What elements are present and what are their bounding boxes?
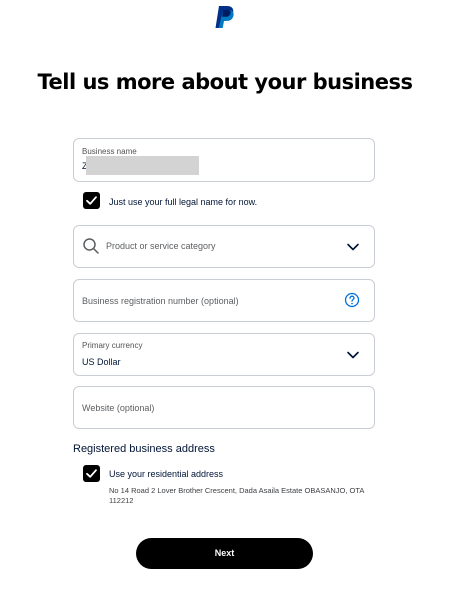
legal-name-checkbox-label: Just use your full legal name for now. — [109, 197, 258, 207]
currency-select[interactable]: Primary currency US Dollar — [73, 333, 375, 376]
residential-address-text: No 14 Road 2 Lover Brother Crescent, Dad… — [109, 486, 364, 505]
paypal-logo-icon — [215, 6, 234, 28]
website-placeholder: Website (optional) — [82, 403, 155, 413]
page-title: Tell us more about your business — [37, 70, 413, 94]
checkmark-icon — [86, 469, 97, 478]
registration-number-placeholder: Business registration number (optional) — [82, 296, 239, 306]
search-icon — [83, 238, 99, 254]
currency-label: Primary currency — [82, 341, 143, 350]
chevron-down-icon — [347, 351, 359, 359]
business-name-label: Business name — [82, 147, 137, 156]
residential-address-label: Use your residential address — [109, 469, 224, 479]
category-placeholder: Product or service category — [106, 241, 216, 251]
redacted-value-block — [86, 156, 199, 175]
address-section-title: Registered business address — [73, 443, 215, 455]
question-circle-icon[interactable] — [344, 292, 360, 308]
residential-address-checkbox[interactable] — [83, 465, 100, 482]
checkmark-icon — [86, 196, 97, 205]
currency-value: US Dollar — [82, 357, 121, 367]
business-name-field[interactable]: Business name Z — [73, 138, 375, 182]
next-button[interactable]: Next — [136, 538, 313, 569]
category-select[interactable]: Product or service category — [73, 225, 375, 268]
legal-name-checkbox[interactable] — [83, 192, 100, 209]
registration-number-field[interactable]: Business registration number (optional) — [73, 279, 375, 322]
website-field[interactable]: Website (optional) — [73, 386, 375, 429]
chevron-down-icon — [347, 243, 359, 251]
